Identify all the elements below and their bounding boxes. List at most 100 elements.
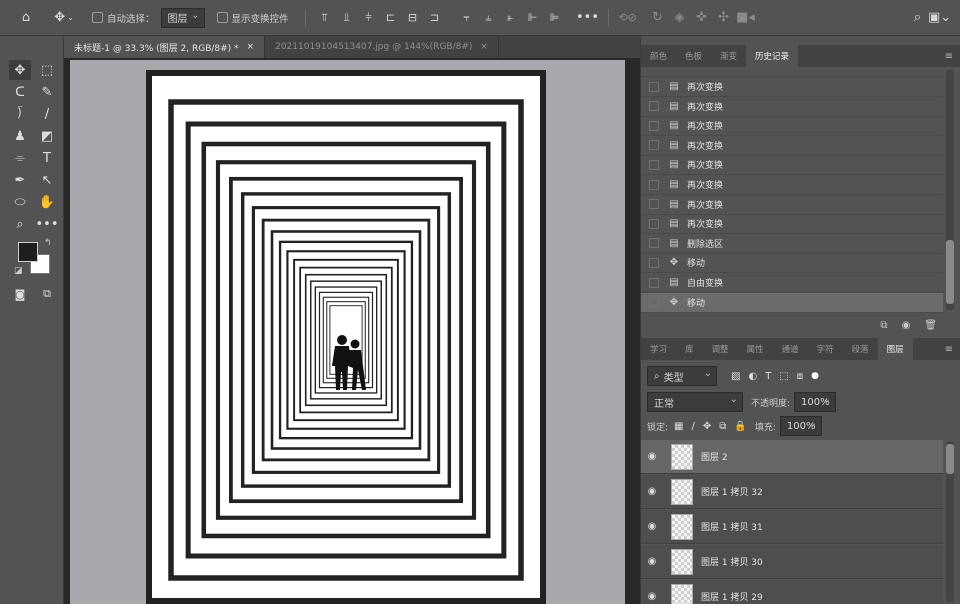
show-transform-checkbox[interactable]: 显示变换控件 — [216, 11, 289, 25]
layer-row[interactable]: ◉ 图层 1 拷贝 31 — [641, 510, 943, 544]
tab-history[interactable]: 历史记录 — [746, 45, 799, 67]
history-item[interactable]: ▤ 再次变换 — [641, 195, 943, 215]
eye-icon[interactable]: ◉ — [641, 486, 663, 497]
tab-character[interactable]: 字符 — [808, 338, 843, 360]
history-item[interactable]: ▤ 再次变换 — [641, 214, 943, 235]
healing-tool-icon[interactable]: ⌯ — [9, 148, 31, 168]
layer-row[interactable]: ◉ 图层 1 拷贝 30 — [641, 545, 943, 579]
distribute-top-icon[interactable]: ⫧ — [456, 7, 478, 29]
tab-learn[interactable]: 学习 — [641, 338, 676, 360]
filter-pixel-icon[interactable]: ▨ — [731, 371, 740, 382]
ellipse-tool-icon[interactable]: ⬭ — [9, 192, 31, 212]
align-bottom-icon[interactable]: ⫩ — [358, 7, 380, 29]
eraser-tool-icon[interactable]: ◩ — [36, 126, 58, 146]
layers-scroll-thumb[interactable] — [946, 444, 954, 474]
auto-select-dropdown[interactable]: 图层 — [160, 7, 205, 28]
foreground-color-swatch-top[interactable] — [18, 242, 38, 262]
doc-tab-untitled[interactable]: 未标题-1 @ 33.3% (图层 2, RGB/8#) * × — [64, 36, 266, 58]
3d-rotate-icon[interactable]: ↻ — [647, 7, 669, 29]
tab-layers[interactable]: 图层 — [877, 338, 913, 360]
distribute-left-icon[interactable]: ⊩ — [522, 7, 544, 29]
tab-paragraph[interactable]: 段落 — [843, 338, 878, 360]
filter-shape-icon[interactable]: ⬚ — [779, 371, 788, 382]
history-item[interactable]: ▤ 再次变换 — [641, 77, 943, 97]
path-select-tool-icon[interactable]: ↖ — [36, 170, 58, 190]
swap-colors-icon[interactable]: ↰ — [44, 238, 52, 248]
align-right-icon[interactable]: ⊐ — [424, 7, 446, 29]
close-icon[interactable]: × — [480, 42, 488, 52]
eye-icon[interactable]: ◉ — [641, 451, 663, 462]
align-top-icon[interactable]: ⫪ — [314, 7, 336, 29]
history-item[interactable]: ▤ 再次变换 — [641, 155, 943, 176]
history-scroll-thumb[interactable] — [946, 240, 954, 304]
history-brush-source-checkbox[interactable] — [649, 159, 659, 170]
tab-adjustments[interactable]: 调整 — [703, 338, 738, 360]
lock-image-icon[interactable]: / — [692, 421, 695, 432]
history-item[interactable]: ▤ 再次变换 — [641, 97, 943, 117]
history-brush-source-checkbox[interactable] — [649, 101, 659, 112]
tab-libraries[interactable]: 库 — [676, 338, 703, 360]
history-brush-source-checkbox[interactable] — [649, 277, 659, 288]
eye-icon[interactable]: ◉ — [641, 556, 663, 567]
pen-tool-icon[interactable]: ✒ — [9, 170, 31, 190]
distribute-vcenter-icon[interactable]: ⫨ — [478, 7, 500, 29]
quick-select-tool-icon[interactable]: ✎ — [36, 82, 58, 102]
layer-filter-dropdown[interactable]: ⌕ 类型 — [647, 366, 717, 386]
layer-row[interactable]: ◉ 图层 1 拷贝 29 — [641, 580, 943, 604]
layer-row[interactable]: ◉ 图层 1 拷贝 32 — [641, 475, 943, 509]
hand-tool-icon[interactable]: ✋ — [36, 192, 58, 212]
history-item[interactable]: ▤ 自由变换 — [641, 273, 943, 293]
panel-menu-icon[interactable]: ≡ — [945, 344, 953, 355]
search-icon[interactable]: ⌕ — [907, 7, 929, 29]
history-brush-source-checkbox[interactable] — [649, 257, 659, 268]
tab-swatches[interactable]: 色板 — [676, 45, 711, 67]
home-icon[interactable]: ⌂ — [6, 7, 46, 29]
filter-type-icon[interactable]: T — [765, 371, 771, 382]
marquee-tool-icon[interactable]: ⬚ — [36, 60, 58, 80]
history-brush-source-checkbox[interactable] — [649, 199, 659, 210]
history-scrollbar[interactable] — [946, 70, 954, 310]
history-brush-source-checkbox[interactable] — [649, 179, 659, 190]
history-item[interactable]: ▤ 删除选区 — [641, 234, 943, 254]
3d-scale-icon[interactable]: ■◂ — [735, 7, 757, 29]
fill-input[interactable]: 100% — [779, 416, 822, 436]
tab-color[interactable]: 颜色 — [641, 45, 676, 67]
zoom-tool-icon[interactable]: ⌕ — [9, 214, 31, 234]
default-colors-icon[interactable]: ◪ — [14, 266, 23, 276]
tab-properties[interactable]: 属性 — [738, 338, 773, 360]
history-item[interactable]: ▤ 再次变换 — [641, 136, 943, 156]
history-brush-source-checkbox[interactable] — [649, 120, 659, 131]
lasso-tool-icon[interactable]: ᑕ — [9, 82, 31, 102]
align-hcenter-icon[interactable]: ⊟ — [402, 7, 424, 29]
trash-icon[interactable]: 🗑 — [924, 320, 937, 331]
new-document-from-state-icon[interactable]: ⧉ — [880, 320, 887, 331]
lock-artboard-icon[interactable]: ⧉ — [719, 421, 726, 432]
3d-pan-icon[interactable]: ✜ — [691, 7, 713, 29]
eye-icon[interactable]: ◉ — [641, 521, 663, 532]
history-item[interactable]: ✥ 移动 — [641, 253, 943, 274]
tab-channels[interactable]: 通道 — [773, 338, 808, 360]
history-brush-source-checkbox[interactable] — [649, 297, 659, 308]
eye-icon[interactable]: ◉ — [641, 591, 663, 602]
history-item[interactable]: ✥ 移动 — [641, 292, 943, 313]
lock-position-icon[interactable]: ✥ — [703, 421, 711, 432]
move-tool-preset-icon[interactable]: ✥ ⌄ — [46, 7, 82, 29]
3d-roll-icon[interactable]: ◈ — [669, 7, 691, 29]
close-icon[interactable]: × — [247, 42, 255, 52]
auto-select-checkbox[interactable]: 自动选择： — [92, 11, 155, 25]
filter-toggle-icon[interactable]: ● — [811, 371, 819, 381]
lock-transparent-icon[interactable]: ▦ — [674, 421, 683, 432]
camera-snapshot-icon[interactable]: ◉ — [902, 320, 911, 331]
history-item[interactable]: ▤ 再次变换 — [641, 175, 943, 195]
more-options-icon[interactable]: ••• — [574, 7, 602, 29]
quick-mask-icon[interactable]: ◙ — [9, 284, 31, 304]
history-brush-source-checkbox[interactable] — [649, 218, 659, 229]
history-item[interactable]: ▤ 再次变换 — [641, 116, 943, 137]
blend-mode-dropdown[interactable]: 正常 — [647, 392, 743, 412]
brush-tool-icon[interactable]: / — [36, 104, 58, 124]
lock-all-icon[interactable]: 🔒 — [734, 421, 746, 432]
distribute-right-icon[interactable]: ⊫ — [544, 7, 566, 29]
align-left-icon[interactable]: ⊏ — [380, 7, 402, 29]
filter-smart-object-icon[interactable]: ⧈ — [797, 371, 803, 382]
history-brush-source-checkbox[interactable] — [649, 81, 659, 92]
